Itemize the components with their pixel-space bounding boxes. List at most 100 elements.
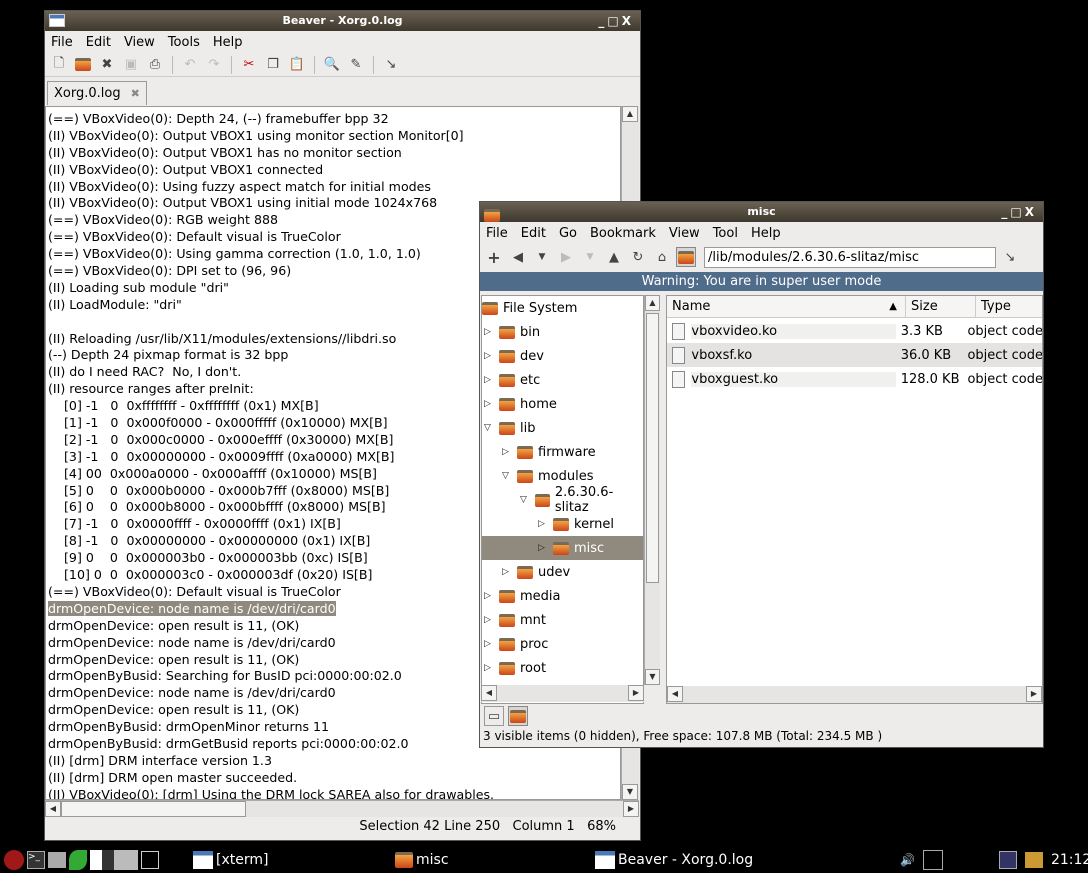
expander-closed-icon[interactable]: ▷ <box>502 567 512 577</box>
file-row[interactable]: vboxvideo.ko 3.3 KB object code <box>667 319 1042 343</box>
tree-item-firmware[interactable]: ▷ firmware <box>502 440 596 464</box>
expander-closed-icon[interactable]: ▷ <box>538 543 548 553</box>
show-desktop-icon[interactable] <box>141 850 159 869</box>
expander-closed-icon[interactable]: ▷ <box>538 519 548 529</box>
menu-help[interactable]: Help <box>751 226 781 241</box>
task-beaver[interactable]: Beaver - Xorg.0.log <box>595 846 753 873</box>
display-icon[interactable] <box>998 850 1017 869</box>
tab-xorg-log[interactable]: Xorg.0.log ✖ <box>47 81 147 105</box>
scroll-left-icon[interactable]: ◀ <box>481 685 497 701</box>
new-tab-icon[interactable]: + <box>484 247 504 267</box>
home-icon[interactable]: ⌂ <box>652 247 672 267</box>
column-header-type[interactable]: Type <box>976 296 1011 317</box>
scroll-right-icon[interactable]: ▶ <box>628 685 644 701</box>
expander-closed-icon[interactable]: ▷ <box>502 447 512 457</box>
tree-horizontal-scrollbar[interactable]: ◀ ▶ <box>481 685 644 702</box>
tree-vertical-scrollbar[interactable]: ▲ ▼ <box>644 295 660 685</box>
tree-item-media[interactable]: ▷ media <box>484 584 561 608</box>
forward-history-icon[interactable]: ▼ <box>580 247 600 267</box>
up-icon[interactable]: ▲ <box>604 247 624 267</box>
tree-item-misc[interactable]: ▷ misc <box>482 536 643 560</box>
tree-item-proc[interactable]: ▷ proc <box>484 632 548 656</box>
tree-item-etc[interactable]: ▷ etc <box>484 368 540 392</box>
horizontal-scrollbar[interactable]: ◀ ▶ <box>45 800 639 817</box>
print-icon[interactable]: ⎙ <box>145 55 165 75</box>
tree-item-file-system[interactable]: File System <box>482 296 577 320</box>
close-file-icon[interactable]: ✖ <box>97 55 117 75</box>
menu-tools[interactable]: Tools <box>168 35 200 50</box>
device-view-icon[interactable]: ▭ <box>484 706 504 726</box>
volume-icon[interactable]: 🔊 <box>900 853 915 867</box>
expander-closed-icon[interactable]: ▷ <box>484 399 494 409</box>
menu-edit[interactable]: Edit <box>86 35 111 50</box>
menu-view[interactable]: View <box>124 35 155 50</box>
tree-view-icon[interactable] <box>508 706 528 726</box>
scroll-thumb[interactable] <box>646 313 659 583</box>
menu-file[interactable]: File <box>51 35 73 50</box>
tree-item-bin[interactable]: ▷ bin <box>484 320 540 344</box>
column-header-size[interactable]: Size <box>906 296 976 317</box>
tree-item-mnt[interactable]: ▷ mnt <box>484 608 546 632</box>
root-folder-icon[interactable] <box>676 247 696 267</box>
tree-item-home[interactable]: ▷ home <box>484 392 557 416</box>
menu-view[interactable]: View <box>669 226 700 241</box>
copy-icon[interactable]: ❐ <box>263 55 283 75</box>
task-xterm[interactable]: [xterm] <box>193 846 268 873</box>
scroll-right-icon[interactable]: ▶ <box>623 801 639 817</box>
tree-item-lib[interactable]: ▽ lib <box>484 416 535 440</box>
maximize-icon[interactable]: □ <box>1010 205 1024 219</box>
tree-item-kernel[interactable]: ▷ kernel <box>538 512 614 536</box>
menu-help[interactable]: Help <box>213 35 243 50</box>
expander-open-icon[interactable]: ▽ <box>502 471 512 481</box>
forward-icon[interactable]: ▶ <box>556 247 576 267</box>
start-menu-icon[interactable] <box>4 849 24 870</box>
file-list[interactable]: Name ▲ Size Type vboxvideo.ko 3.3 KB object… <box>666 295 1043 704</box>
close-icon[interactable]: X <box>622 14 634 28</box>
expander-open-icon[interactable]: ▽ <box>484 423 494 433</box>
expander-closed-icon[interactable]: ▷ <box>484 591 494 601</box>
open-file-icon[interactable] <box>73 55 93 75</box>
paste-icon[interactable]: 📋 <box>287 55 307 75</box>
expander-closed-icon[interactable]: ▷ <box>484 663 494 673</box>
expander-closed-icon[interactable]: ▷ <box>484 327 494 337</box>
menu-go[interactable]: Go <box>559 226 577 241</box>
tree-item-2-6-30-6-slitaz[interactable]: ▽ 2.6.30.6-slitaz <box>520 485 643 515</box>
scroll-right-icon[interactable]: ▶ <box>1026 686 1042 702</box>
tree-item-udev[interactable]: ▷ udev <box>502 560 570 584</box>
scroll-down-icon[interactable]: ▼ <box>645 669 660 685</box>
expander-closed-icon[interactable]: ▷ <box>484 351 494 361</box>
expander-closed-icon[interactable]: ▷ <box>484 615 494 625</box>
column-header-name[interactable]: Name ▲ <box>667 296 906 317</box>
hscroll-thumb[interactable] <box>61 801 246 817</box>
reload-icon[interactable]: ↻ <box>628 247 648 267</box>
new-file-icon[interactable]: 🗋 <box>49 55 69 75</box>
menu-tool[interactable]: Tool <box>713 226 738 241</box>
menu-file[interactable]: File <box>486 226 508 241</box>
exit-icon[interactable]: ↘ <box>381 55 401 75</box>
tree-item-root[interactable]: ▷ root <box>484 656 546 680</box>
list-horizontal-scrollbar[interactable]: ◀ ▶ <box>667 686 1042 703</box>
close-icon[interactable]: X <box>1025 205 1037 219</box>
cut-icon[interactable]: ✂ <box>239 55 259 75</box>
beaver-titlebar[interactable]: Beaver - Xorg.0.log _□X <box>45 11 640 31</box>
file-row[interactable]: vboxguest.ko 128.0 KB object code <box>667 367 1042 391</box>
network-icon[interactable] <box>922 849 943 870</box>
file-manager-icon[interactable] <box>48 851 66 868</box>
expander-closed-icon[interactable]: ▷ <box>484 375 494 385</box>
undo-icon[interactable]: ↶ <box>180 55 200 75</box>
scroll-up-icon[interactable]: ▲ <box>622 106 638 122</box>
find-icon[interactable]: 🔍 <box>322 55 342 75</box>
browser-icon[interactable] <box>69 849 87 870</box>
redo-icon[interactable]: ↷ <box>204 55 224 75</box>
tree-item-dev[interactable]: ▷ dev <box>484 344 544 368</box>
path-input[interactable] <box>704 246 996 268</box>
scroll-down-icon[interactable]: ▼ <box>622 784 638 800</box>
scroll-up-icon[interactable]: ▲ <box>645 295 660 311</box>
desktop-pager-icon[interactable] <box>90 849 138 870</box>
menu-bookmark[interactable]: Bookmark <box>590 226 656 241</box>
task-misc[interactable]: misc <box>395 846 449 873</box>
file-manager-titlebar[interactable]: misc _□X <box>480 202 1043 222</box>
menu-edit[interactable]: Edit <box>521 226 546 241</box>
expander-open-icon[interactable]: ▽ <box>520 495 530 505</box>
expander-closed-icon[interactable]: ▷ <box>484 639 494 649</box>
